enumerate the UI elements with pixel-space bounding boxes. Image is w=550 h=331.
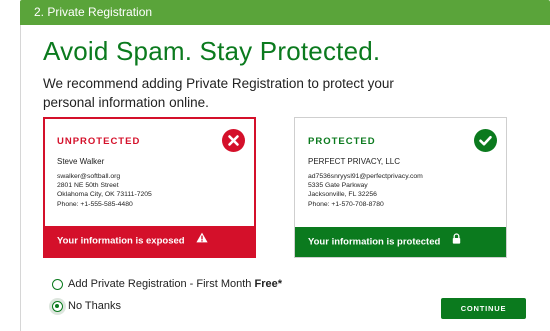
warning-icon bbox=[196, 226, 208, 256]
radio-add-private-registration[interactable] bbox=[52, 279, 63, 290]
contact-address-line2: Oklahoma City, OK 73111-7205 bbox=[57, 191, 152, 199]
lock-icon bbox=[452, 227, 461, 257]
step-header: 2. Private Registration bbox=[20, 0, 550, 25]
contact-name: PERFECT PRIVACY, LLC bbox=[308, 157, 401, 166]
page-subtext: We recommend adding Private Registration… bbox=[43, 76, 394, 110]
contact-address-line1: 2801 NE 50th Street bbox=[57, 182, 119, 190]
status-bar-exposed: Your information is exposed bbox=[45, 226, 254, 256]
contact-name: Steve Walker bbox=[57, 157, 105, 166]
status-text: Your information is protected bbox=[308, 236, 441, 248]
step-title: 2. Private Registration bbox=[34, 5, 153, 19]
page-headline: Avoid Spam. Stay Protected. bbox=[43, 36, 381, 66]
status-text: Your information is exposed bbox=[57, 235, 185, 247]
contact-details: ad7536snryysl91@perfectprivacy.com 5335 … bbox=[308, 172, 423, 209]
contact-email: ad7536snryysl91@perfectprivacy.com bbox=[308, 173, 423, 180]
option-label: Add Private Registration - First Month F… bbox=[68, 278, 282, 290]
close-icon bbox=[222, 129, 245, 152]
unprotected-card: UNPROTECTED Steve Walker swalker@softbal… bbox=[43, 117, 256, 258]
check-icon bbox=[474, 129, 497, 152]
protected-card: PROTECTED PERFECT PRIVACY, LLC ad7536snr… bbox=[294, 117, 507, 258]
card-title: UNPROTECTED bbox=[57, 136, 141, 147]
card-title: PROTECTED bbox=[308, 136, 376, 147]
continue-button[interactable]: CONTINUE bbox=[441, 298, 526, 319]
contact-email: swalker@softball.org bbox=[57, 173, 121, 180]
radio-no-thanks[interactable] bbox=[52, 301, 63, 312]
contact-address-line1: 5335 Gate Parkway bbox=[308, 182, 368, 190]
contact-phone: Phone: +1-555-585-4480 bbox=[57, 200, 133, 208]
status-bar-protected: Your information is protected bbox=[295, 227, 506, 257]
contact-address-line2: Jacksonville, FL 32256 bbox=[308, 191, 377, 199]
contact-details: swalker@softball.org 2801 NE 50th Street… bbox=[57, 172, 152, 209]
contact-phone: Phone: +1-570-708-8780 bbox=[308, 200, 384, 208]
option-label: No Thanks bbox=[68, 300, 121, 312]
